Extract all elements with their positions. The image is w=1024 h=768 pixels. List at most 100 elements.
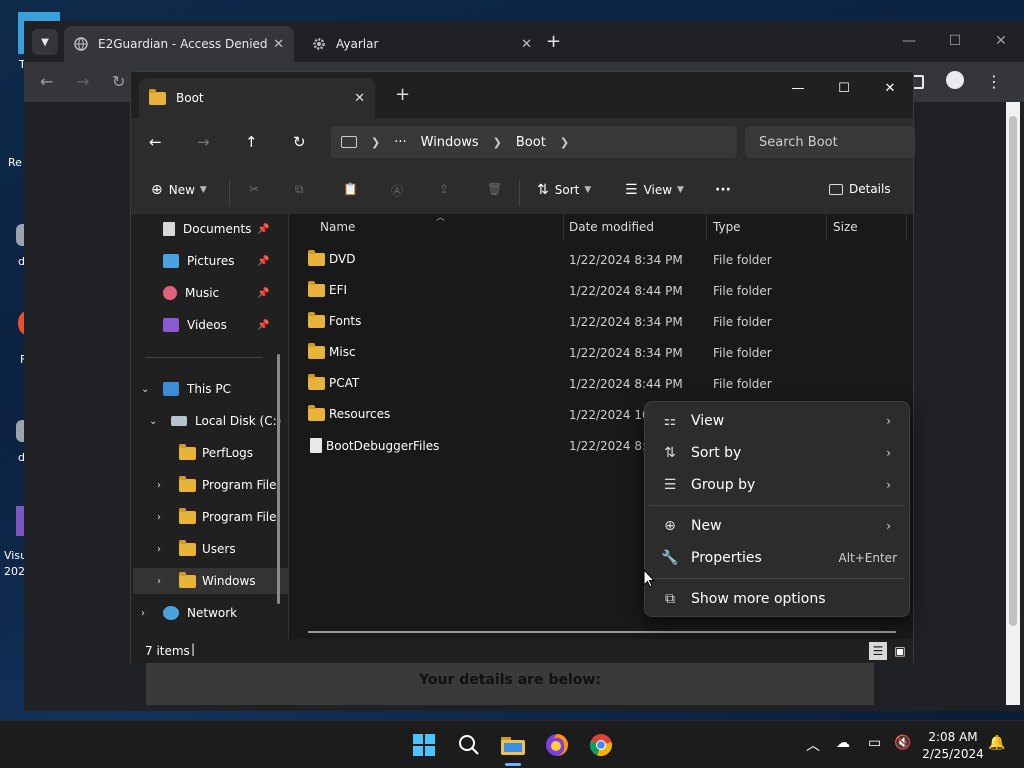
chevron-right-icon[interactable]: › xyxy=(141,608,145,619)
chevron-right-icon[interactable]: ❯ xyxy=(371,136,380,149)
pin-icon[interactable]: 📌 xyxy=(257,224,269,235)
close-icon[interactable]: ✕ xyxy=(978,21,1024,61)
firefox-icon[interactable] xyxy=(543,731,571,759)
context-menu-group-by[interactable]: ☰ Group by › xyxy=(649,470,905,500)
network-status-icon[interactable]: ▭ xyxy=(868,735,881,751)
onedrive-offline-icon[interactable]: ☁ xyxy=(836,735,850,751)
sort-button[interactable]: ⇅ Sort ▼ xyxy=(537,182,591,198)
chrome-tab-e2guardian[interactable]: E2Guardian - Access Denied ✕ xyxy=(64,26,294,62)
close-tab-icon[interactable]: ✕ xyxy=(354,91,365,106)
breadcrumb-boot[interactable]: Boot xyxy=(516,135,546,150)
new-tab-button[interactable]: + xyxy=(395,84,410,105)
minimize-icon[interactable]: — xyxy=(775,72,821,104)
pin-icon[interactable]: 📌 xyxy=(257,320,269,331)
pin-icon[interactable]: 📌 xyxy=(257,288,269,299)
column-header-date[interactable]: Date modified xyxy=(563,214,707,240)
chevron-right-icon[interactable]: › xyxy=(157,512,161,523)
windows-start-icon[interactable] xyxy=(410,731,438,759)
forward-arrow-icon[interactable]: → xyxy=(197,133,210,151)
cut-icon[interactable]: ✂ xyxy=(249,182,259,196)
horizontal-scrollbar[interactable] xyxy=(308,631,896,633)
back-arrow-icon[interactable]: ← xyxy=(149,133,162,151)
file-explorer-taskbar-icon[interactable] xyxy=(499,731,527,759)
nav-item-perflogs[interactable]: PerfLogs xyxy=(179,440,253,466)
nav-item-local-disk[interactable]: ⌄ Local Disk (C:) xyxy=(149,408,288,434)
explorer-tab-boot[interactable]: Boot ✕ xyxy=(139,78,375,118)
volume-muted-icon[interactable]: 🔇 xyxy=(894,735,911,751)
chevron-down-icon[interactable]: ⌄ xyxy=(141,384,149,395)
chevron-right-icon[interactable]: › xyxy=(157,544,161,555)
nav-item-videos[interactable]: Videos 📌 xyxy=(163,312,269,338)
pin-icon[interactable]: 📌 xyxy=(257,256,269,267)
breadcrumb-windows[interactable]: Windows xyxy=(421,135,479,150)
reload-icon[interactable]: ↻ xyxy=(112,72,125,91)
details-view-icon[interactable]: ☰ xyxy=(869,642,887,660)
search-icon[interactable] xyxy=(455,731,483,759)
profile-avatar-icon[interactable] xyxy=(946,71,964,89)
nav-item-users[interactable]: › Users xyxy=(157,536,236,562)
up-arrow-icon[interactable]: ↑ xyxy=(245,133,258,151)
nav-scrollbar[interactable] xyxy=(277,354,280,604)
file-row[interactable]: Misc 1/22/2024 8:34 PM File folder xyxy=(290,337,913,368)
tiles-view-icon[interactable]: ▣ xyxy=(891,642,909,660)
context-menu-properties[interactable]: 🔧 Properties Alt+Enter xyxy=(649,543,905,573)
back-arrow-icon[interactable]: ← xyxy=(40,72,53,91)
nav-item-program-files-x86[interactable]: › Program File xyxy=(157,504,277,530)
maximize-icon[interactable]: ☐ xyxy=(932,21,978,61)
search-input[interactable]: Search Boot xyxy=(745,126,915,158)
maximize-icon[interactable]: ☐ xyxy=(821,72,867,104)
forward-arrow-icon[interactable]: → xyxy=(76,72,89,91)
chevron-right-icon[interactable]: › xyxy=(157,480,161,491)
close-tab-icon[interactable]: ✕ xyxy=(521,37,532,52)
new-tab-button[interactable]: + xyxy=(546,31,561,52)
nav-item-program-files[interactable]: › Program File xyxy=(157,472,277,498)
nav-item-windows[interactable]: › Windows xyxy=(133,568,288,594)
notification-bell-icon[interactable]: 🔔 xyxy=(988,735,1005,751)
context-menu-show-more-options[interactable]: ⧉ Show more options xyxy=(649,584,905,614)
close-tab-icon[interactable]: ✕ xyxy=(273,37,284,52)
close-icon[interactable]: ✕ xyxy=(867,72,913,104)
details-pane-button[interactable]: Details xyxy=(829,182,891,196)
context-menu-view[interactable]: ⚏ View › xyxy=(649,406,905,436)
nav-item-this-pc[interactable]: ⌄ This PC xyxy=(141,376,281,402)
paste-icon[interactable]: 📋 xyxy=(343,182,358,196)
share-icon[interactable]: ⇪ xyxy=(439,182,449,196)
refresh-icon[interactable]: ↻ xyxy=(293,133,306,151)
page-scrollbar[interactable] xyxy=(1006,102,1020,705)
more-options-button[interactable]: ··· xyxy=(715,182,731,198)
tab-search-chevron-down-icon[interactable]: ▼ xyxy=(32,29,58,55)
delete-icon[interactable]: 🗑 xyxy=(487,182,502,196)
file-row[interactable]: EFI 1/22/2024 8:44 PM File folder xyxy=(290,275,913,306)
file-row[interactable]: Fonts 1/22/2024 8:34 PM File folder xyxy=(290,306,913,337)
rename-icon[interactable]: Ⓐ xyxy=(391,182,403,199)
taskbar-clock[interactable]: 2:08 AM 2/25/2024 xyxy=(920,729,986,763)
nav-item-documents[interactable]: Documents 📌 xyxy=(163,216,269,242)
chevron-down-icon[interactable]: ⌄ xyxy=(149,416,157,427)
nav-item-pictures[interactable]: Pictures 📌 xyxy=(163,248,269,274)
new-button[interactable]: ⊕ New ▼ xyxy=(151,182,207,198)
column-header-size[interactable]: Size xyxy=(827,214,907,240)
copy-icon[interactable]: ⧉ xyxy=(295,182,304,197)
menu-dots-icon[interactable]: ⋮ xyxy=(986,72,1002,91)
column-header-type[interactable]: Type xyxy=(707,214,827,240)
chrome-icon[interactable] xyxy=(587,731,615,759)
column-label: Date modified xyxy=(569,220,655,234)
page-scrollbar-thumb[interactable] xyxy=(1009,116,1017,626)
chrome-tab-ayarlar[interactable]: Ayarlar ✕ xyxy=(302,26,542,62)
context-menu-sort-by[interactable]: ⇅ Sort by › xyxy=(649,438,905,468)
address-box[interactable]: ❯ ··· Windows ❯ Boot ❯ xyxy=(331,126,737,158)
computer-icon[interactable] xyxy=(341,136,357,148)
column-header-name[interactable]: Name ︿ xyxy=(314,213,564,240)
chevron-right-icon[interactable]: ❯ xyxy=(560,136,569,149)
nav-item-music[interactable]: Music 📌 xyxy=(163,280,269,306)
view-button[interactable]: ☰ View ▼ xyxy=(625,182,684,198)
chevron-right-icon[interactable]: ❯ xyxy=(493,136,502,149)
show-hidden-icons-chevron-up-icon[interactable]: ︿ xyxy=(806,735,820,755)
file-row[interactable]: DVD 1/22/2024 8:34 PM File folder xyxy=(290,244,913,275)
nav-item-network[interactable]: › Network xyxy=(141,600,237,626)
more-crumbs-button[interactable]: ··· xyxy=(394,135,406,150)
minimize-icon[interactable]: — xyxy=(886,21,932,61)
file-row[interactable]: PCAT 1/22/2024 8:44 PM File folder xyxy=(290,368,913,399)
context-menu-new[interactable]: ⊕ New › xyxy=(649,511,905,541)
chevron-right-icon[interactable]: › xyxy=(157,576,161,587)
